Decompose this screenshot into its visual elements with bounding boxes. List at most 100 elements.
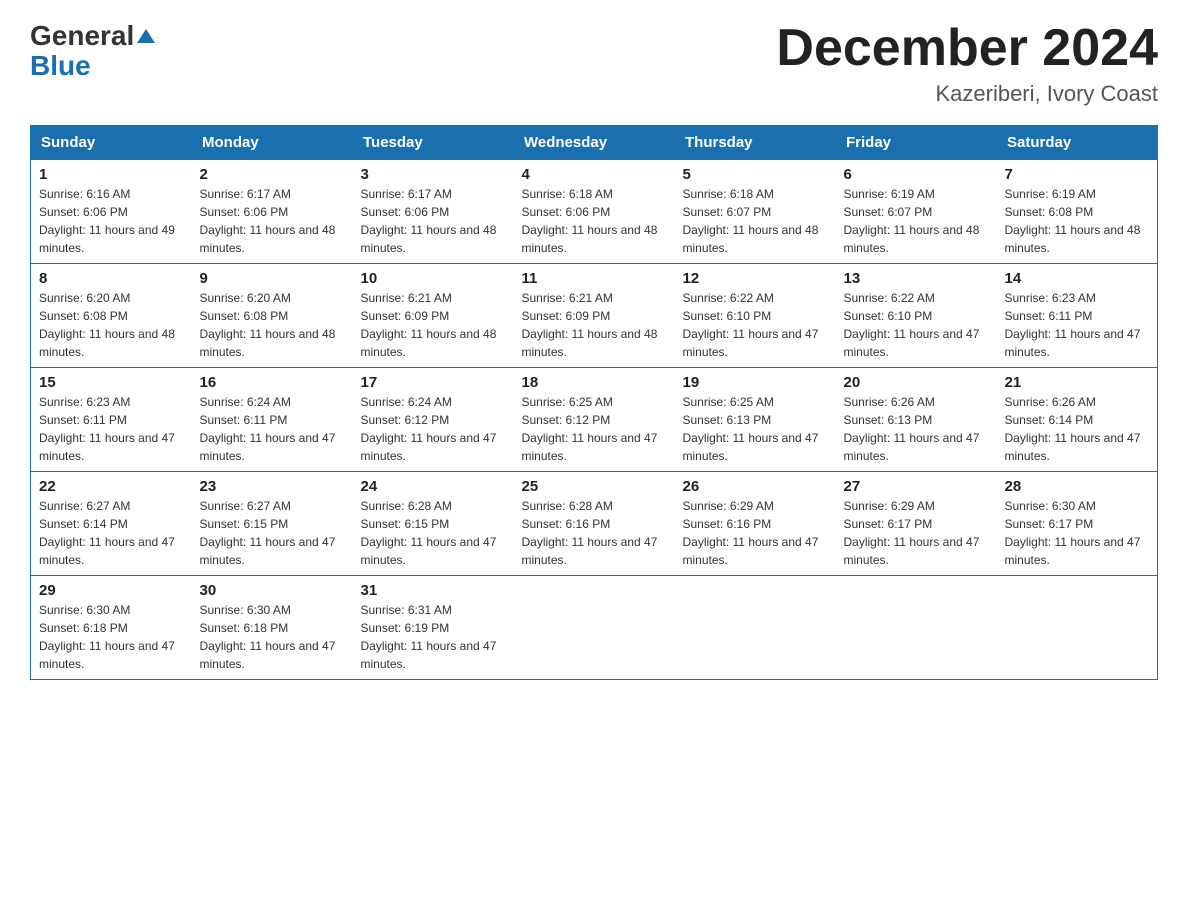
day-info: Sunrise: 6:20 AMSunset: 6:08 PMDaylight:… [39,289,184,361]
day-info: Sunrise: 6:18 AMSunset: 6:07 PMDaylight:… [683,185,828,257]
calendar-cell: 13 Sunrise: 6:22 AMSunset: 6:10 PMDayligh… [836,264,997,368]
day-info: Sunrise: 6:31 AMSunset: 6:19 PMDaylight:… [361,601,506,673]
calendar-cell: 22 Sunrise: 6:27 AMSunset: 6:14 PMDayligh… [31,472,192,576]
calendar-cell [836,576,997,680]
day-info: Sunrise: 6:21 AMSunset: 6:09 PMDaylight:… [522,289,667,361]
calendar-cell: 20 Sunrise: 6:26 AMSunset: 6:13 PMDayligh… [836,368,997,472]
calendar-cell: 18 Sunrise: 6:25 AMSunset: 6:12 PMDayligh… [514,368,675,472]
day-info: Sunrise: 6:29 AMSunset: 6:16 PMDaylight:… [683,497,828,569]
day-number: 7 [1005,166,1150,183]
day-info: Sunrise: 6:28 AMSunset: 6:16 PMDaylight:… [522,497,667,569]
day-info: Sunrise: 6:28 AMSunset: 6:15 PMDaylight:… [361,497,506,569]
logo: General Blue [30,20,155,80]
calendar-cell: 31 Sunrise: 6:31 AMSunset: 6:19 PMDayligh… [353,576,514,680]
day-number: 13 [844,270,989,287]
calendar-cell: 2Sunrise: 6:17 AMSunset: 6:06 PMDaylight… [192,160,353,264]
calendar-cell [997,576,1158,680]
header-sunday: Sunday [31,126,192,160]
calendar-cell: 15Sunrise: 6:23 AMSunset: 6:11 PMDayligh… [31,368,192,472]
day-info: Sunrise: 6:23 AMSunset: 6:11 PMDaylight:… [39,393,184,465]
calendar-week-row: 8 Sunrise: 6:20 AMSunset: 6:08 PMDaylight… [31,264,1158,368]
day-number: 3 [361,166,506,183]
calendar-cell: 27 Sunrise: 6:29 AMSunset: 6:17 PMDayligh… [836,472,997,576]
calendar-cell: 6Sunrise: 6:19 AMSunset: 6:07 PMDaylight… [836,160,997,264]
day-info: Sunrise: 6:30 AMSunset: 6:17 PMDaylight:… [1005,497,1150,569]
logo-general-text: General [30,20,134,52]
day-info: Sunrise: 6:16 AMSunset: 6:06 PMDaylight:… [39,185,184,257]
day-number: 17 [361,374,506,391]
calendar-cell: 23Sunrise: 6:27 AMSunset: 6:15 PMDayligh… [192,472,353,576]
day-number: 12 [683,270,828,287]
day-number: 23 [200,478,345,495]
day-info: Sunrise: 6:27 AMSunset: 6:14 PMDaylight:… [39,497,184,569]
day-number: 14 [1005,270,1150,287]
day-info: Sunrise: 6:23 AMSunset: 6:11 PMDaylight:… [1005,289,1150,361]
calendar-cell: 7Sunrise: 6:19 AMSunset: 6:08 PMDaylight… [997,160,1158,264]
calendar-week-row: 1 Sunrise: 6:16 AMSunset: 6:06 PMDaylight… [31,160,1158,264]
calendar-cell: 11 Sunrise: 6:21 AMSunset: 6:09 PMDayligh… [514,264,675,368]
day-info: Sunrise: 6:20 AMSunset: 6:08 PMDaylight:… [200,289,345,361]
calendar-cell: 8 Sunrise: 6:20 AMSunset: 6:08 PMDaylight… [31,264,192,368]
calendar-cell: 17Sunrise: 6:24 AMSunset: 6:12 PMDayligh… [353,368,514,472]
calendar-week-row: 15Sunrise: 6:23 AMSunset: 6:11 PMDayligh… [31,368,1158,472]
calendar-cell: 4Sunrise: 6:18 AMSunset: 6:06 PMDaylight… [514,160,675,264]
day-number: 10 [361,270,506,287]
calendar-cell: 5 Sunrise: 6:18 AMSunset: 6:07 PMDaylight… [675,160,836,264]
calendar-cell: 21 Sunrise: 6:26 AMSunset: 6:14 PMDayligh… [997,368,1158,472]
calendar-cell: 10 Sunrise: 6:21 AMSunset: 6:09 PMDayligh… [353,264,514,368]
day-info: Sunrise: 6:30 AMSunset: 6:18 PMDaylight:… [200,601,345,673]
day-info: Sunrise: 6:22 AMSunset: 6:10 PMDaylight:… [844,289,989,361]
calendar-week-row: 29Sunrise: 6:30 AMSunset: 6:18 PMDayligh… [31,576,1158,680]
day-info: Sunrise: 6:26 AMSunset: 6:14 PMDaylight:… [1005,393,1150,465]
page-subtitle: Kazeriberi, Ivory Coast [776,81,1158,107]
day-number: 25 [522,478,667,495]
day-number: 22 [39,478,184,495]
calendar-cell: 26 Sunrise: 6:29 AMSunset: 6:16 PMDayligh… [675,472,836,576]
calendar-cell [514,576,675,680]
day-info: Sunrise: 6:17 AMSunset: 6:06 PMDaylight:… [361,185,506,257]
calendar-cell: 29Sunrise: 6:30 AMSunset: 6:18 PMDayligh… [31,576,192,680]
calendar-cell: 28 Sunrise: 6:30 AMSunset: 6:17 PMDayligh… [997,472,1158,576]
header-wednesday: Wednesday [514,126,675,160]
calendar-cell: 30 Sunrise: 6:30 AMSunset: 6:18 PMDayligh… [192,576,353,680]
calendar-cell: 9Sunrise: 6:20 AMSunset: 6:08 PMDaylight… [192,264,353,368]
day-info: Sunrise: 6:29 AMSunset: 6:17 PMDaylight:… [844,497,989,569]
day-info: Sunrise: 6:30 AMSunset: 6:18 PMDaylight:… [39,601,184,673]
header-tuesday: Tuesday [353,126,514,160]
title-area: December 2024 Kazeriberi, Ivory Coast [776,20,1158,107]
day-number: 21 [1005,374,1150,391]
calendar-table: SundayMondayTuesdayWednesdayThursdayFrid… [30,125,1158,680]
calendar-cell: 12Sunrise: 6:22 AMSunset: 6:10 PMDayligh… [675,264,836,368]
day-number: 18 [522,374,667,391]
day-number: 11 [522,270,667,287]
page-title: December 2024 [776,20,1158,77]
day-number: 19 [683,374,828,391]
calendar-cell: 25 Sunrise: 6:28 AMSunset: 6:16 PMDayligh… [514,472,675,576]
day-number: 24 [361,478,506,495]
calendar-cell: 16Sunrise: 6:24 AMSunset: 6:11 PMDayligh… [192,368,353,472]
day-number: 8 [39,270,184,287]
day-info: Sunrise: 6:21 AMSunset: 6:09 PMDaylight:… [361,289,506,361]
day-number: 2 [200,166,345,183]
day-info: Sunrise: 6:26 AMSunset: 6:13 PMDaylight:… [844,393,989,465]
calendar-cell: 14 Sunrise: 6:23 AMSunset: 6:11 PMDayligh… [997,264,1158,368]
day-number: 5 [683,166,828,183]
day-number: 1 [39,166,184,183]
header-friday: Friday [836,126,997,160]
header-saturday: Saturday [997,126,1158,160]
header-monday: Monday [192,126,353,160]
day-info: Sunrise: 6:25 AMSunset: 6:12 PMDaylight:… [522,393,667,465]
calendar-cell: 1 Sunrise: 6:16 AMSunset: 6:06 PMDaylight… [31,160,192,264]
header-thursday: Thursday [675,126,836,160]
day-number: 30 [200,582,345,599]
calendar-cell [675,576,836,680]
header: General Blue December 2024 Kazeriberi, I… [30,20,1158,107]
day-number: 31 [361,582,506,599]
day-number: 28 [1005,478,1150,495]
day-number: 20 [844,374,989,391]
day-number: 27 [844,478,989,495]
day-number: 6 [844,166,989,183]
logo-blue-text: Blue [30,52,91,80]
calendar-cell: 19Sunrise: 6:25 AMSunset: 6:13 PMDayligh… [675,368,836,472]
day-number: 26 [683,478,828,495]
